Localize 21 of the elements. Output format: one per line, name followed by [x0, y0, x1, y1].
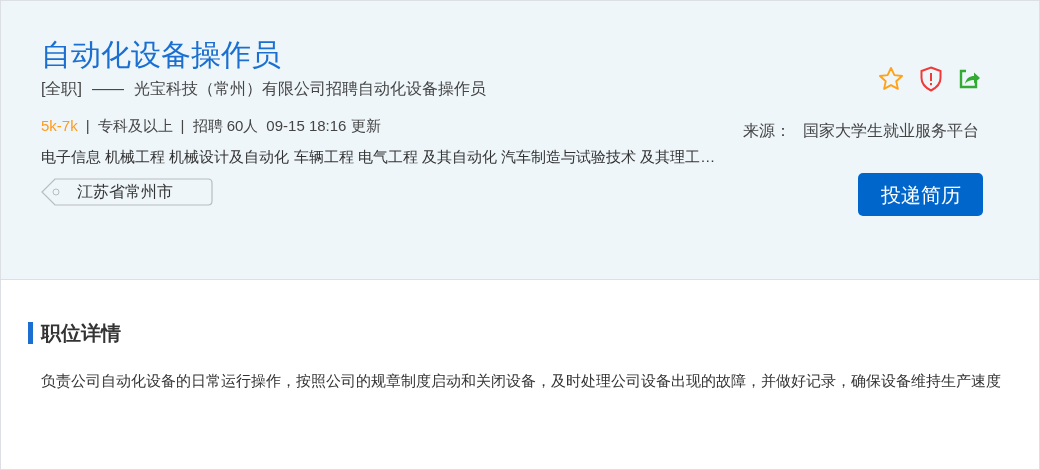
company-line: 光宝科技（常州）有限公司招聘自动化设备操作员: [133, 79, 486, 99]
job-title: 自动化设备操作员: [41, 37, 282, 73]
salary: 5k-7k: [41, 116, 78, 136]
education: 专科及以上: [97, 116, 173, 136]
dash: ——: [91, 79, 124, 99]
source-label: 来源：: [743, 121, 791, 141]
heading-accent-bar: [28, 322, 33, 344]
source-name: 国家大学生就业服务平台: [803, 121, 979, 141]
majors: 电子信息 机械工程 机械设计及自动化 车辆工程 电气工程 及其自动化 汽车制造与试验技术 及其理工…: [41, 146, 716, 167]
job-type: [全职]: [41, 79, 82, 99]
update-time: 09-15 18:16 更新: [266, 116, 381, 136]
headcount: 招聘 60人: [192, 116, 259, 136]
share-icon[interactable]: [957, 67, 981, 91]
apply-button[interactable]: 投递简历: [858, 173, 983, 216]
separator: |: [85, 116, 90, 136]
separator: |: [180, 116, 185, 136]
star-icon[interactable]: [877, 65, 905, 93]
warning-shield-icon[interactable]: [919, 66, 943, 92]
job-description: 负责公司自动化设备的日常运行操作，按照公司的规章制度启动和关闭设备，及时处理公司设备出现的故障，并做好记录，确保设备维持生产速度: [41, 371, 1002, 391]
section-heading: 职位详情: [41, 321, 121, 346]
location-tag: 江苏省常州市: [41, 178, 213, 206]
